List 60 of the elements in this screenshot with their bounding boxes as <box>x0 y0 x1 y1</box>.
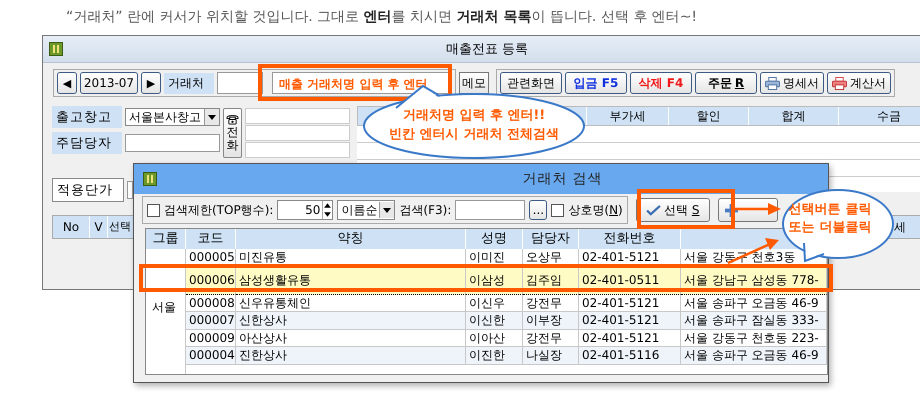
table-cell: 02-401-5116 <box>579 347 681 364</box>
next-button[interactable]: ▶ <box>141 72 161 94</box>
column-header: No <box>53 216 90 238</box>
column-header: 성명 <box>466 229 523 249</box>
phone-button[interactable]: 전화 <box>223 108 242 158</box>
column-header: 합계 <box>749 107 839 125</box>
table-cell: 02-401-5121 <box>579 312 681 330</box>
table-cell: 000004 <box>186 347 236 364</box>
table-cell: 이부장 <box>523 312 579 330</box>
price-label: 적용단가 <box>52 178 124 202</box>
table-cell: 오상무 <box>523 249 579 266</box>
toolbar-button[interactable]: 관련화면 <box>500 72 562 94</box>
table-cell: 서울 송파구 잠실동 333- <box>681 312 827 330</box>
company-name-label: 상호명(N) <box>568 202 623 218</box>
table-cell: 서울 송파구 오금동 46-9 <box>681 347 827 364</box>
callout-text: 거래처명 입력 후 엔터!! 빈칸 엔터시 거래처 전체검색 <box>388 107 560 144</box>
table-cell: 진한상사 <box>236 347 466 364</box>
column-header: 코드 <box>186 229 236 249</box>
table-cell: 이미진 <box>466 249 523 266</box>
memo-button[interactable]: 메모 <box>459 72 489 94</box>
table-cell: 02-401-5121 <box>579 249 681 266</box>
select-button[interactable]: 선택 S <box>636 198 710 222</box>
sort-dropdown[interactable]: 이름순 <box>337 200 396 220</box>
previous-button[interactable]: ◀ <box>57 72 77 94</box>
table-cell: 미진유통 <box>236 249 466 266</box>
customer-row[interactable]: 000007 신한상사 이신한 이부장 02-401-5121 서울 송파구 잠실동 333- <box>186 312 827 330</box>
column-header: 그룹 <box>146 229 186 249</box>
instruction-text: “거래처” 란에 커서가 위치할 것입니다. 그대로 엔터를 치시면 거래처 목록이 뜹니다. 선택 후 엔터~! <box>66 8 698 26</box>
column-header: 담당자 <box>523 229 579 249</box>
customer-label: 거래처 <box>164 72 214 94</box>
browse-button[interactable]: ... <box>529 200 548 220</box>
period-button[interactable]: 2013-07 <box>80 72 138 94</box>
toolbar-button[interactable]: 명세서 <box>760 72 824 94</box>
customer-row[interactable]: 000004 진한상사 이진한 나실장 02-401-5116 서울 송파구 오금동 46-9 <box>186 347 827 364</box>
toolbar-button[interactable]: 입금 F5 <box>565 72 627 94</box>
limit-label: 검색제한(TOP행수): <box>164 202 274 218</box>
warehouse-dropdown[interactable]: 서울본사창고 <box>125 108 220 126</box>
search-label: 검색(F3): <box>399 202 452 218</box>
column-header: 할인 <box>669 107 749 125</box>
toolbar-button[interactable]: 주문 R <box>695 72 757 94</box>
callout-text: 선택버튼 클릭 또는 더블클릭 <box>788 201 872 237</box>
table-cell: 나실장 <box>523 347 579 364</box>
table-cell: 이신한 <box>466 312 523 330</box>
table-cell: 이진한 <box>466 347 523 364</box>
column-header: 선택 <box>108 219 132 235</box>
manager-label: 주담당자 <box>52 132 122 154</box>
column-header: V <box>90 216 108 238</box>
toolbar-button[interactable]: 계산서 <box>827 72 891 94</box>
window-title: 매출전표 등록 <box>444 41 530 58</box>
column-header: 부가세 <box>587 107 669 125</box>
column-header: 수금 <box>839 107 920 125</box>
column-header: 전화번호 <box>579 229 681 249</box>
table-cell: 신한상사 <box>236 312 466 330</box>
column-header: 약칭 <box>236 229 466 249</box>
table-cell: 000007 <box>186 312 236 330</box>
toolbar-button[interactable]: 삭제 F4 <box>630 72 692 94</box>
table-cell: 000005 <box>186 249 236 266</box>
dialog-title: 거래처 검색 <box>521 170 604 188</box>
row-limit-spinner[interactable]: 50 <box>277 200 334 220</box>
warehouse-label: 출고창고 <box>52 106 122 128</box>
